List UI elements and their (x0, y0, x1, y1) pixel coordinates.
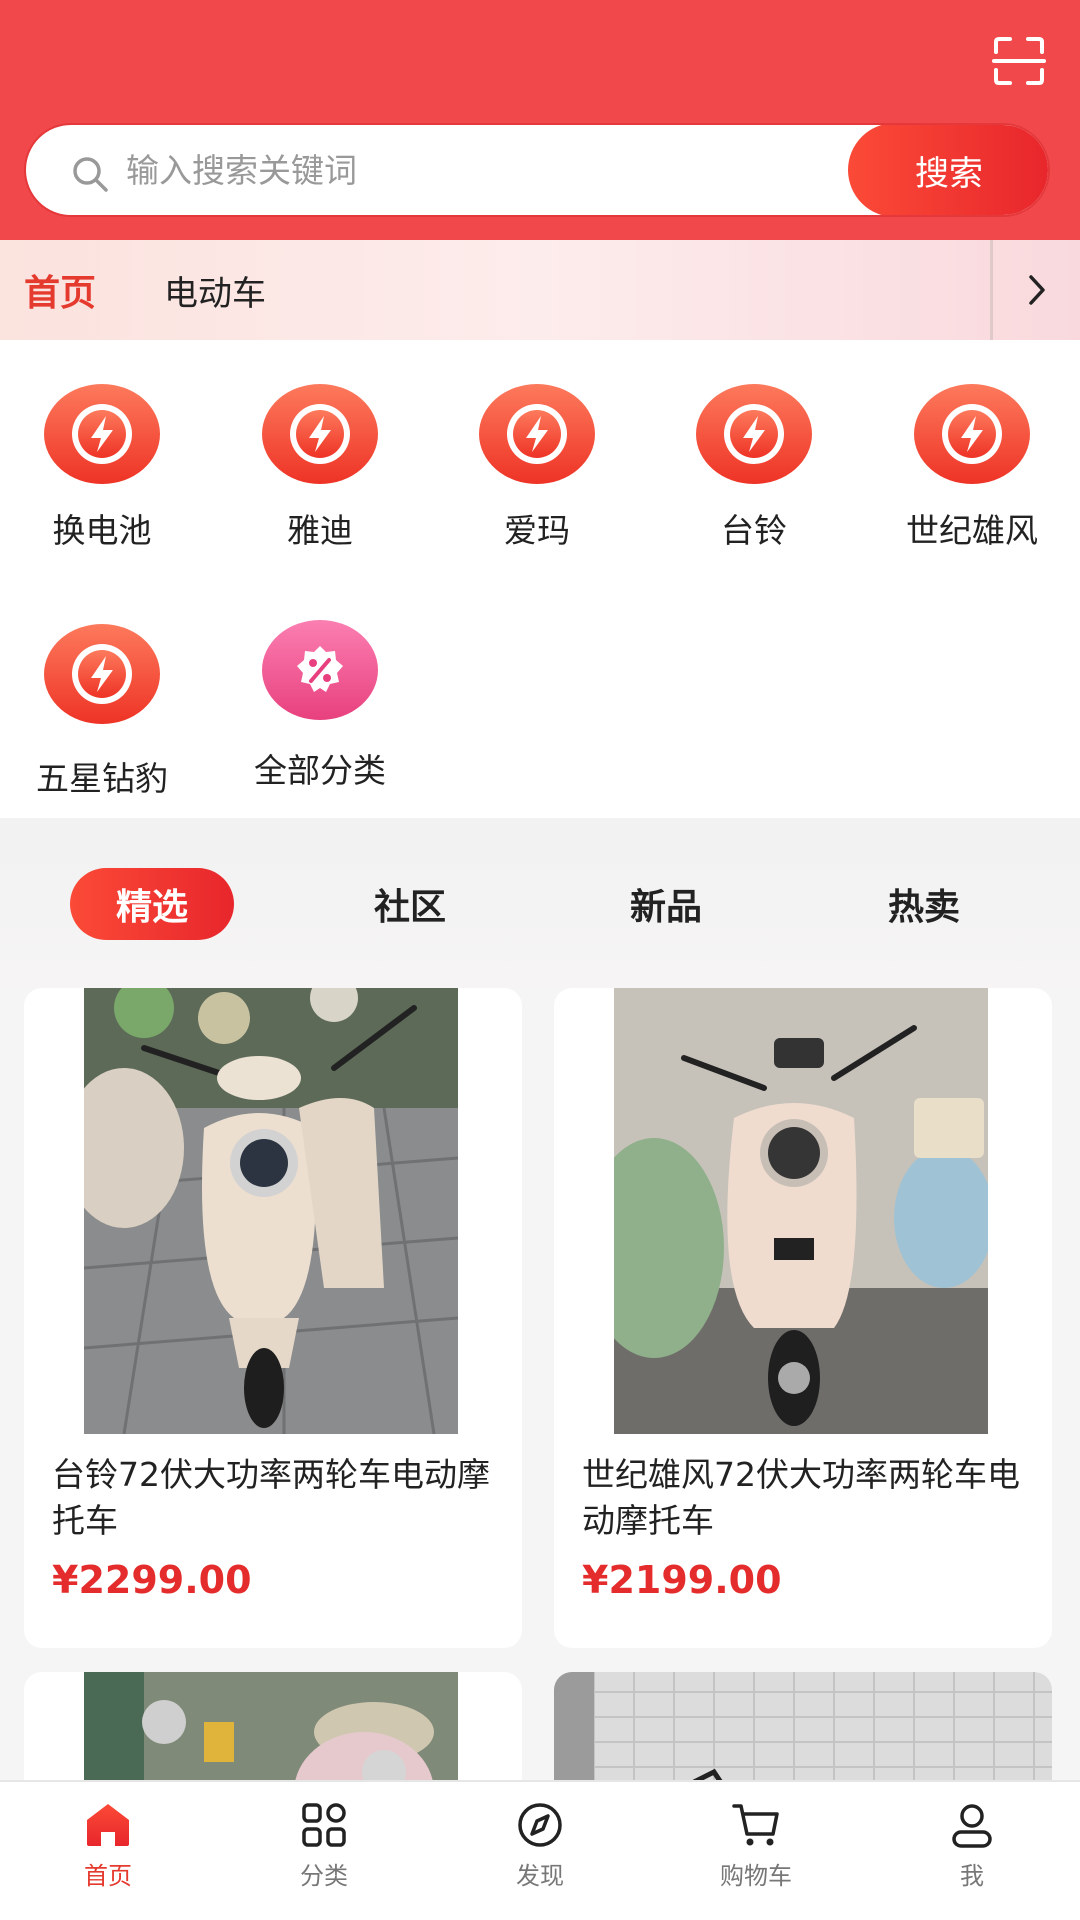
tab-discover[interactable]: 发现 (432, 1782, 648, 1920)
tab-new[interactable]: 新品 (596, 868, 736, 940)
tab-category[interactable]: 分类 (216, 1782, 432, 1920)
category-item[interactable]: 换电池 (0, 378, 210, 552)
category-item[interactable]: 全部分类 (212, 618, 428, 792)
tab-community[interactable]: 社区 (340, 868, 480, 940)
app-page: 搜索 首页 电动车 换电池 雅迪 (0, 0, 1080, 1920)
category-label: 五星钻豹 (36, 759, 168, 798)
tab-home[interactable]: 首页 (0, 1782, 216, 1920)
tab-me[interactable]: 我 (864, 1782, 1080, 1920)
category-item[interactable]: 雅迪 (212, 378, 428, 552)
lightning-clock-icon (261, 378, 379, 486)
product-title: 台铃72伏大功率两轮车电动摩托车 (52, 1455, 490, 1540)
tab-featured[interactable]: 精选 (70, 868, 234, 940)
bottom-tab-bar: 首页 分类 发现 购物车 我 (0, 1780, 1080, 1920)
category-label: 世纪雄风 (906, 511, 1038, 550)
category-label: 爱玛 (504, 511, 570, 550)
header: 搜索 (0, 0, 1080, 240)
content-tabs: 精选 社区 新品 热卖 (0, 818, 1080, 988)
search-button[interactable]: 搜索 (848, 125, 1048, 215)
product-card[interactable]: 台铃72伏大功率两轮车电动摩托车 ¥2299.00 (24, 988, 522, 1648)
chevron-right-icon[interactable] (990, 240, 1080, 340)
product-price: ¥2299.00 (52, 1558, 252, 1602)
top-nav: 首页 电动车 (0, 240, 1080, 340)
category-item[interactable]: 五星钻豹 (0, 618, 210, 800)
topnav-item-ebike[interactable]: 电动车 (164, 240, 266, 340)
topnav-item-home[interactable]: 首页 (24, 240, 96, 340)
category-item[interactable]: 台铃 (646, 378, 862, 552)
category-label: 雅迪 (287, 511, 353, 550)
lightning-clock-icon (43, 378, 161, 486)
tab-cart[interactable]: 购物车 (648, 1782, 864, 1920)
category-item[interactable]: 世纪雄风 (864, 378, 1080, 552)
category-item[interactable]: 爱玛 (429, 378, 645, 552)
tab-label: 我 (960, 1862, 984, 1890)
tab-label: 分类 (300, 1862, 348, 1890)
category-label: 换电池 (52, 511, 152, 550)
tab-label: 购物车 (720, 1862, 792, 1890)
product-card[interactable]: 世纪雄风72伏大功率两轮车电动摩托车 ¥2199.00 (554, 988, 1052, 1648)
cart-icon (731, 1800, 781, 1850)
search-icon (70, 154, 110, 194)
product-title: 世纪雄风72伏大功率两轮车电动摩托车 (582, 1455, 1020, 1540)
category-label: 全部分类 (254, 751, 386, 790)
category-grid: 换电池 雅迪 爱玛 台铃 世纪雄风 五星钻豹 全部分类 (0, 340, 1080, 818)
lightning-clock-icon (43, 618, 161, 726)
discount-badge-icon (261, 618, 379, 726)
tab-label: 发现 (516, 1862, 564, 1890)
product-image (584, 988, 994, 1434)
lightning-clock-icon (913, 378, 1031, 486)
tab-label: 首页 (84, 1862, 132, 1890)
lightning-clock-icon (478, 378, 596, 486)
product-price: ¥2199.00 (582, 1558, 782, 1602)
home-icon (83, 1800, 133, 1850)
category-label: 台铃 (721, 511, 787, 550)
scan-icon[interactable] (992, 36, 1046, 86)
search-bar: 搜索 (24, 123, 1050, 217)
grid-icon (299, 1800, 349, 1850)
search-input[interactable] (126, 125, 846, 215)
lightning-clock-icon (695, 378, 813, 486)
user-icon (947, 1800, 997, 1850)
compass-icon (515, 1800, 565, 1850)
product-image (64, 988, 459, 1435)
tab-hot[interactable]: 热卖 (854, 868, 994, 940)
